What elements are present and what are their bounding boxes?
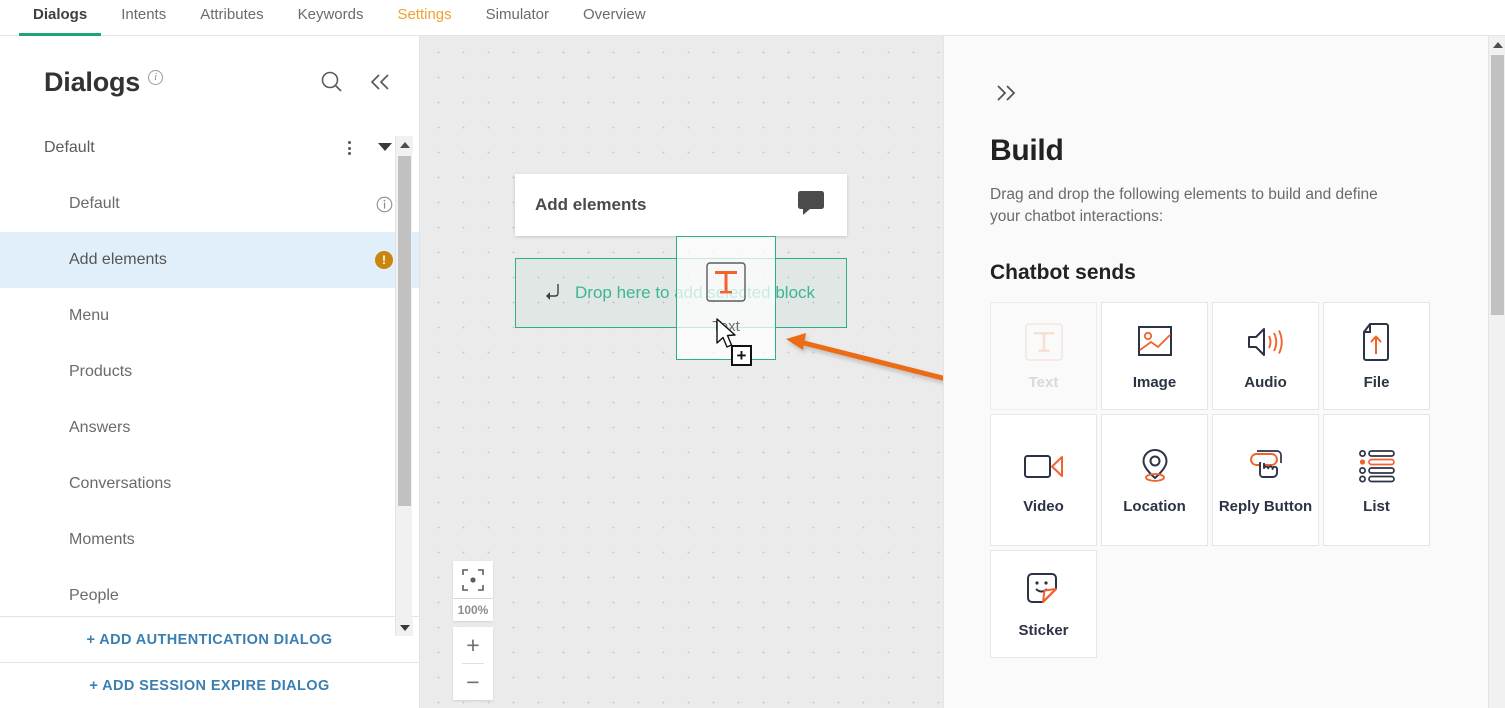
element-card-file[interactable]: File: [1323, 302, 1430, 410]
element-palette-grid: Text Image Audio: [944, 285, 1488, 658]
dialog-group-default[interactable]: Default: [0, 120, 419, 176]
element-card-video[interactable]: Video: [990, 414, 1097, 546]
element-label: Audio: [1244, 374, 1287, 391]
cursor-copy-modifier: +: [731, 345, 752, 366]
sidebar-footer: + ADD AUTHENTICATION DIALOG + ADD SESSIO…: [0, 616, 419, 708]
tab-intents[interactable]: Intents: [121, 0, 166, 36]
warning-badge-text: !: [375, 251, 393, 269]
build-panel-scrollbar[interactable]: [1488, 36, 1505, 708]
sidebar-item-products[interactable]: Products: [0, 344, 419, 400]
search-icon[interactable]: [319, 69, 345, 95]
location-pin-icon: [1138, 445, 1172, 487]
sidebar-item-conversations[interactable]: Conversations: [0, 456, 419, 512]
add-session-expire-dialog-button[interactable]: + ADD SESSION EXPIRE DIALOG: [0, 662, 419, 708]
main-tab-bar: Dialogs Intents Attributes Keywords Sett…: [0, 0, 1505, 36]
sidebar-item-label: Menu: [69, 307, 109, 325]
element-card-text: Text: [990, 302, 1097, 410]
text-icon: [705, 261, 747, 308]
info-icon[interactable]: i: [148, 70, 163, 85]
element-card-image[interactable]: Image: [1101, 302, 1208, 410]
sidebar-scrollbar-thumb[interactable]: [398, 156, 411, 506]
fit-to-screen-icon[interactable]: [453, 561, 493, 598]
text-icon: [1025, 321, 1063, 363]
zoom-out-button[interactable]: −: [453, 664, 493, 700]
sidebar-item-people[interactable]: People: [0, 568, 419, 620]
sidebar-item-label: People: [69, 587, 119, 605]
sidebar-item-label: Conversations: [69, 475, 171, 493]
chevron-down-icon[interactable]: [377, 139, 393, 157]
image-icon: [1136, 321, 1174, 363]
status-badge: !: [375, 251, 393, 269]
element-label: Reply Button: [1219, 498, 1312, 515]
file-upload-icon: [1361, 321, 1393, 363]
build-panel: Build Drag and drop the following elemen…: [944, 36, 1488, 708]
scroll-up-arrow-icon[interactable]: [1489, 36, 1505, 53]
build-panel-description: Drag and drop the following elements to …: [944, 168, 1444, 229]
kebab-menu-icon[interactable]: [348, 141, 351, 155]
sidebar-item-menu[interactable]: Menu: [0, 288, 419, 344]
sidebar-item-label: Moments: [69, 531, 135, 549]
sidebar-scrollbar[interactable]: [395, 136, 412, 636]
dialogs-list: Default Default Add elements ! M: [0, 120, 419, 620]
sidebar-item-label: Products: [69, 363, 132, 381]
scroll-up-arrow-icon[interactable]: [396, 136, 413, 153]
drag-ghost-label: Text: [712, 318, 740, 335]
list-icon: [1358, 445, 1396, 487]
chat-bubble-icon: [797, 190, 825, 221]
element-card-reply-button[interactable]: Reply Button: [1212, 414, 1319, 546]
zoom-in-button[interactable]: +: [453, 627, 493, 663]
sidebar-item-default[interactable]: Default: [0, 176, 419, 232]
canvas-zoom-controls: 100% + −: [453, 561, 493, 700]
tab-keywords[interactable]: Keywords: [298, 0, 364, 36]
sidebar-item-answers[interactable]: Answers: [0, 400, 419, 456]
tab-attributes[interactable]: Attributes: [200, 0, 263, 36]
element-card-sticker[interactable]: Sticker: [990, 550, 1097, 658]
dialogs-sidebar: Dialogs i Default: [0, 36, 420, 708]
tab-settings[interactable]: Settings: [397, 0, 451, 36]
element-card-location[interactable]: Location: [1101, 414, 1208, 546]
element-label: List: [1363, 498, 1390, 515]
tab-overview[interactable]: Overview: [583, 0, 646, 36]
element-card-audio[interactable]: Audio: [1212, 302, 1319, 410]
element-label: Image: [1133, 374, 1176, 391]
element-label: Sticker: [1018, 622, 1068, 639]
sticker-icon: [1025, 569, 1063, 611]
return-arrow-icon: [546, 282, 561, 305]
element-label: Text: [1029, 374, 1059, 391]
sidebar-item-label: Answers: [69, 419, 130, 437]
tab-dialogs[interactable]: Dialogs: [33, 0, 87, 36]
reply-button-icon: [1246, 445, 1286, 487]
element-card-list[interactable]: List: [1323, 414, 1430, 546]
element-label: File: [1364, 374, 1390, 391]
video-icon: [1023, 445, 1065, 487]
element-label: Video: [1023, 498, 1064, 515]
drag-ghost-text-element[interactable]: Text: [676, 236, 776, 360]
add-authentication-dialog-button[interactable]: + ADD AUTHENTICATION DIALOG: [0, 616, 419, 662]
element-label: Location: [1123, 498, 1186, 515]
collapse-build-panel-icon[interactable]: [944, 36, 1020, 109]
dialog-group-label: Default: [44, 139, 95, 157]
build-panel-scrollbar-thumb[interactable]: [1491, 55, 1504, 315]
audio-icon: [1246, 321, 1286, 363]
build-panel-title: Build: [944, 109, 1488, 168]
section-title-chatbot-sends: Chatbot sends: [944, 229, 1488, 285]
collapse-sidebar-icon[interactable]: [367, 71, 393, 93]
scroll-down-arrow-icon[interactable]: [396, 619, 413, 636]
info-icon[interactable]: [376, 196, 393, 213]
sidebar-item-add-elements[interactable]: Add elements !: [0, 232, 419, 288]
zoom-level-label: 100%: [453, 599, 493, 621]
sidebar-header: Dialogs i: [0, 36, 419, 120]
sidebar-item-moments[interactable]: Moments: [0, 512, 419, 568]
node-card-title: Add elements: [535, 195, 646, 215]
page-title: Dialogs: [44, 67, 140, 98]
sidebar-item-label: Add elements: [69, 251, 167, 269]
node-card-add-elements[interactable]: Add elements: [515, 174, 847, 236]
dialog-flow-canvas[interactable]: Add elements Drop here to add selected b…: [420, 36, 944, 708]
sidebar-item-label: Default: [69, 195, 120, 213]
tab-simulator[interactable]: Simulator: [486, 0, 549, 36]
